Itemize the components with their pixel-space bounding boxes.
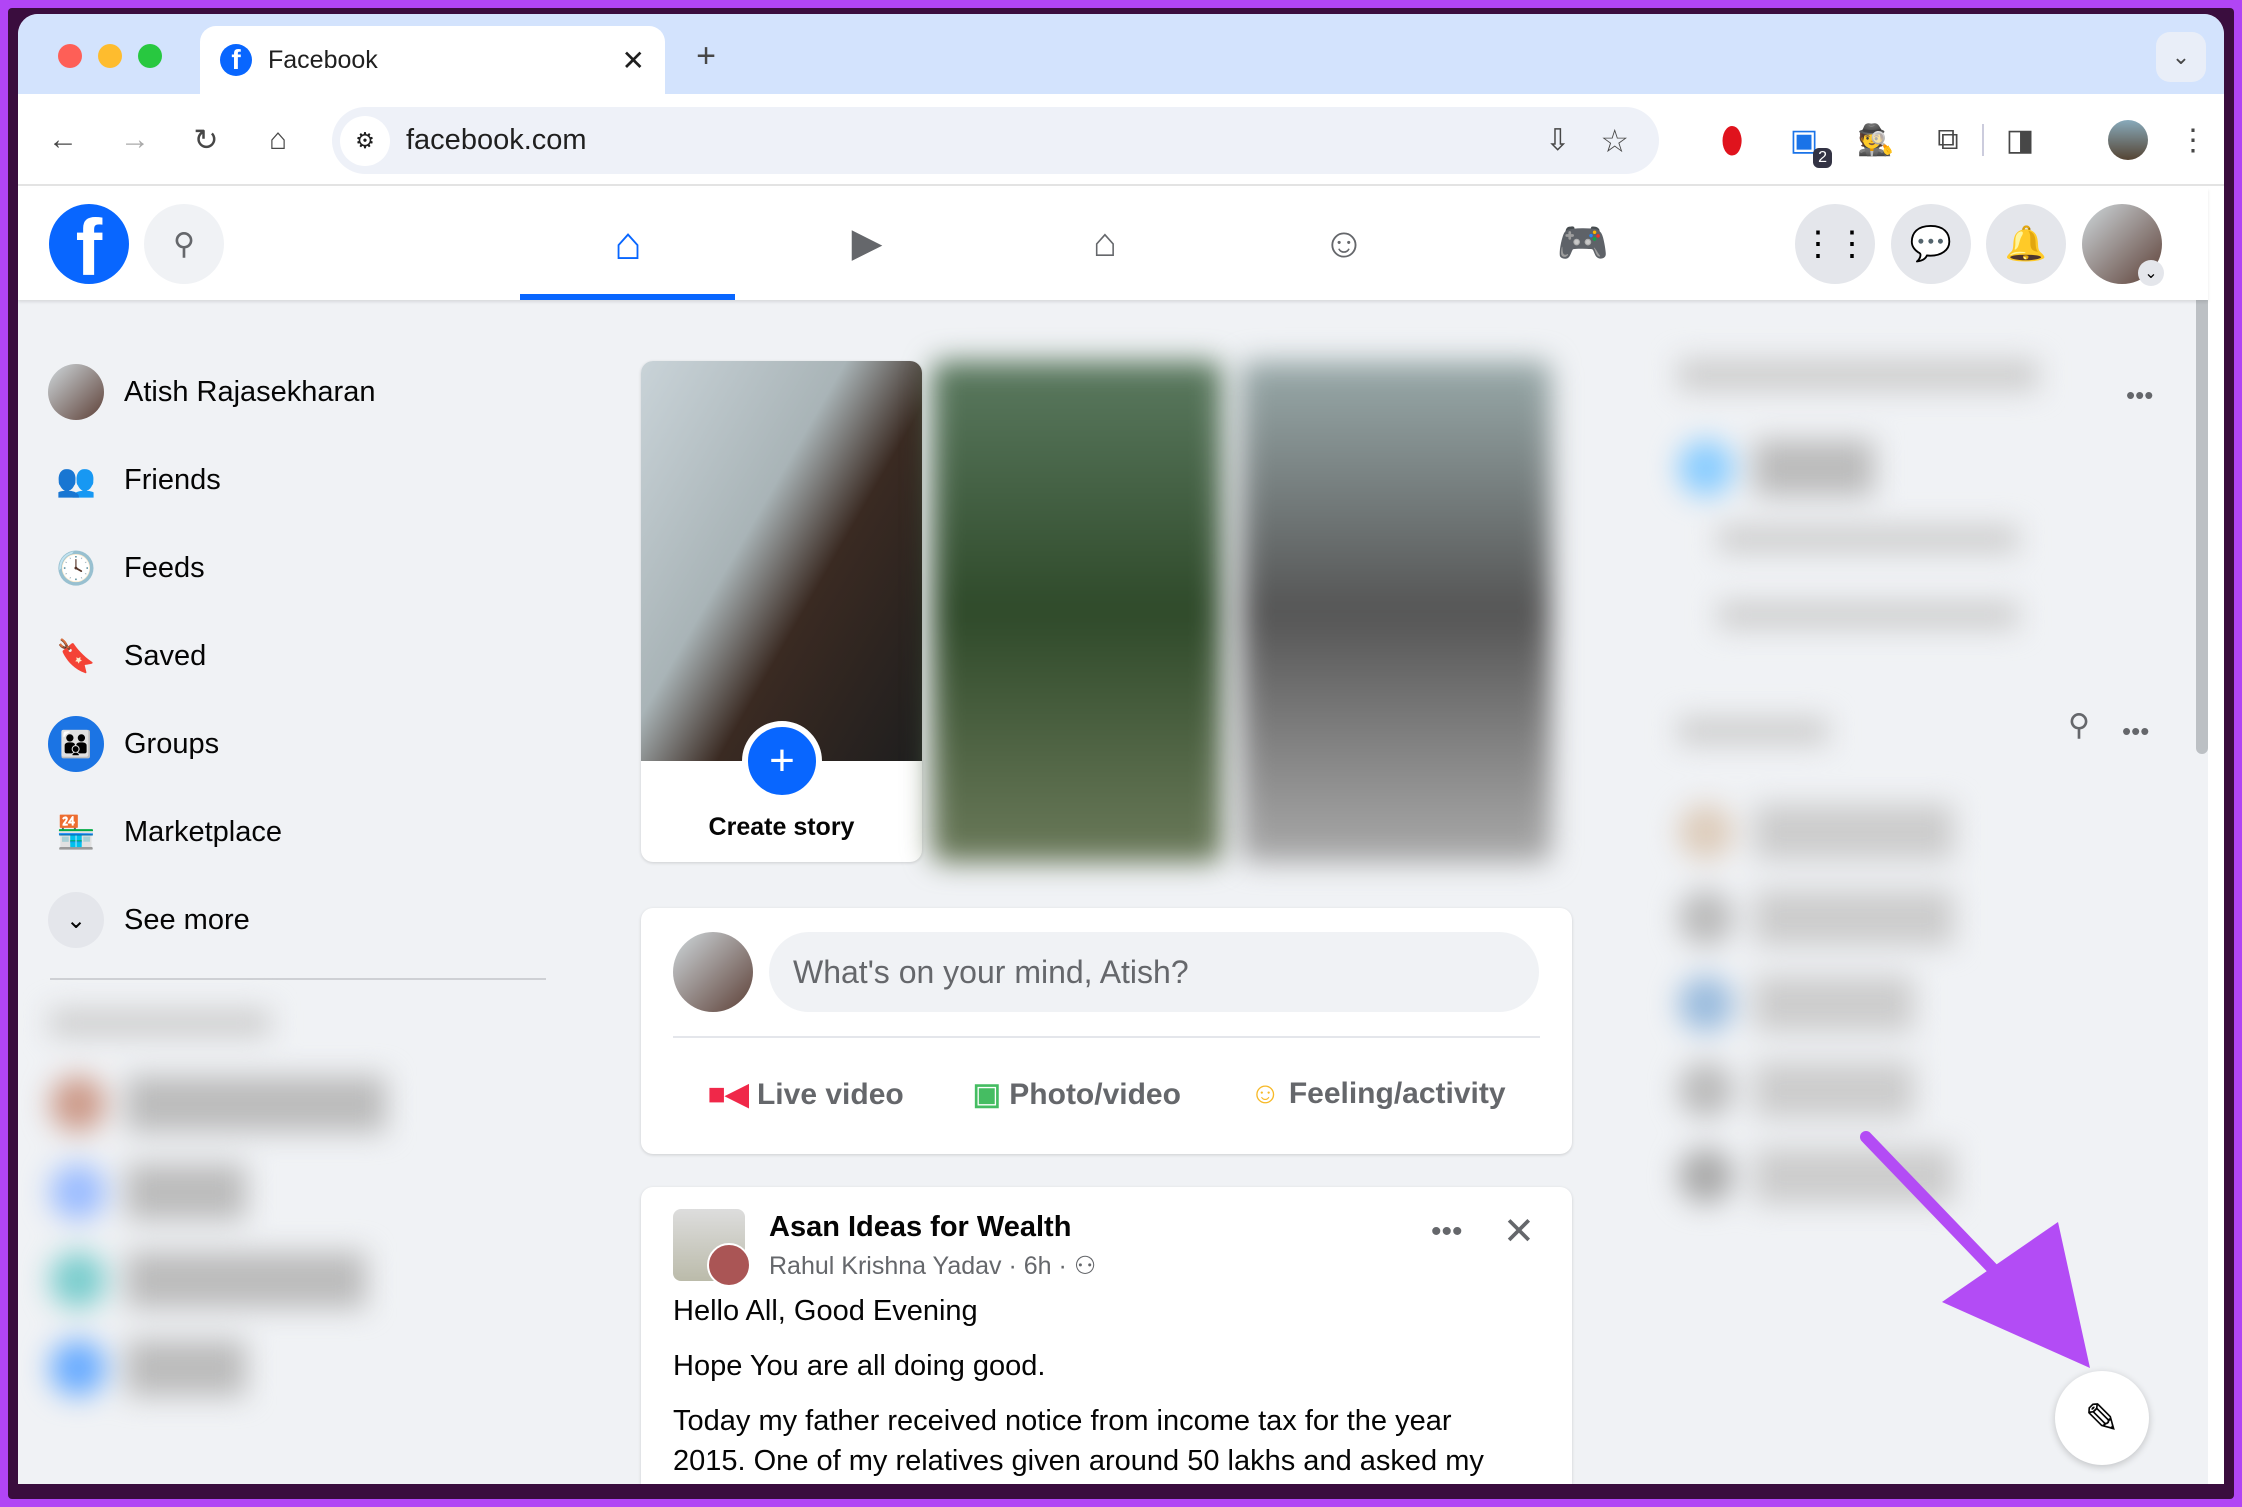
account-avatar-button[interactable]: ⌄ (2082, 204, 2164, 286)
nav-home-icon[interactable]: ⌂ (578, 208, 678, 278)
nav-gaming-icon[interactable]: 🎮 (1533, 208, 1633, 278)
nav-watch-icon[interactable]: ▶ (817, 208, 917, 278)
active-tab-indicator (520, 294, 735, 300)
nav-groups-icon[interactable]: ☺ (1294, 208, 1394, 278)
search-button[interactable]: ⚲ (144, 204, 224, 284)
facebook-header: f ⚲ ⌂ ▶ ⌂ ☺ 🎮 ⋮⋮ 💬 🔔 ⌄ (18, 188, 2208, 300)
chevron-down-icon: ⌄ (2138, 260, 2164, 286)
notifications-button[interactable]: 🔔 (1986, 204, 2066, 284)
messenger-button[interactable]: 💬 (1891, 204, 1971, 284)
facebook-logo[interactable]: f (49, 204, 129, 284)
nav-marketplace-icon[interactable]: ⌂ (1055, 208, 1155, 278)
menu-grid-button[interactable]: ⋮⋮ (1795, 204, 1875, 284)
